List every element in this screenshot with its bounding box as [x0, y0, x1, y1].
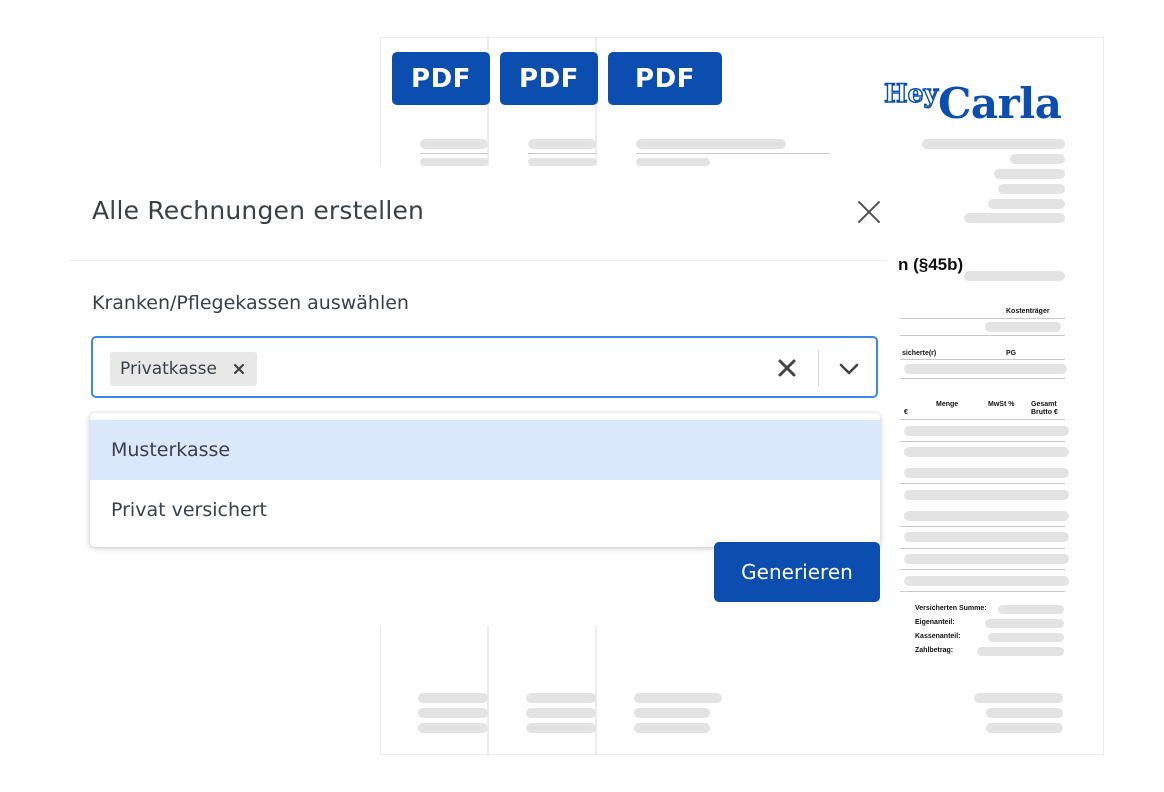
- insurer-multiselect[interactable]: Privatkasse: [91, 336, 878, 398]
- close-icon: [858, 201, 880, 223]
- selected-chip: Privatkasse: [110, 352, 257, 386]
- option-privat-versichert[interactable]: Privat versichert: [90, 480, 880, 540]
- clear-icon: [778, 359, 796, 377]
- dropdown-toggle[interactable]: [838, 358, 860, 380]
- pdf-badge: PDF: [500, 52, 598, 105]
- header-divider: [70, 260, 886, 261]
- chevron-down-icon: [839, 363, 859, 375]
- pdf-badge: PDF: [608, 52, 722, 105]
- option-musterkasse[interactable]: Musterkasse: [90, 420, 880, 480]
- close-button[interactable]: [855, 198, 883, 226]
- dropdown-menu: Musterkasse Privat versichert: [90, 413, 880, 547]
- generate-button[interactable]: Generieren: [714, 542, 880, 602]
- chip-remove-button[interactable]: [233, 360, 245, 379]
- dialog-title: Alle Rechnungen erstellen: [92, 196, 425, 225]
- select-separator: [818, 350, 819, 386]
- field-label: Kranken/Pflegekassen auswählen: [92, 292, 409, 314]
- logo-hey: Hey: [883, 78, 939, 108]
- clear-selection-button[interactable]: [775, 356, 799, 380]
- pdf-badge: PDF: [392, 52, 490, 105]
- chip-label: Privatkasse: [120, 359, 217, 379]
- logo-carla: Carla: [938, 79, 1062, 128]
- x-icon: [233, 363, 245, 374]
- invoice-heading: n (§45b): [898, 255, 964, 274]
